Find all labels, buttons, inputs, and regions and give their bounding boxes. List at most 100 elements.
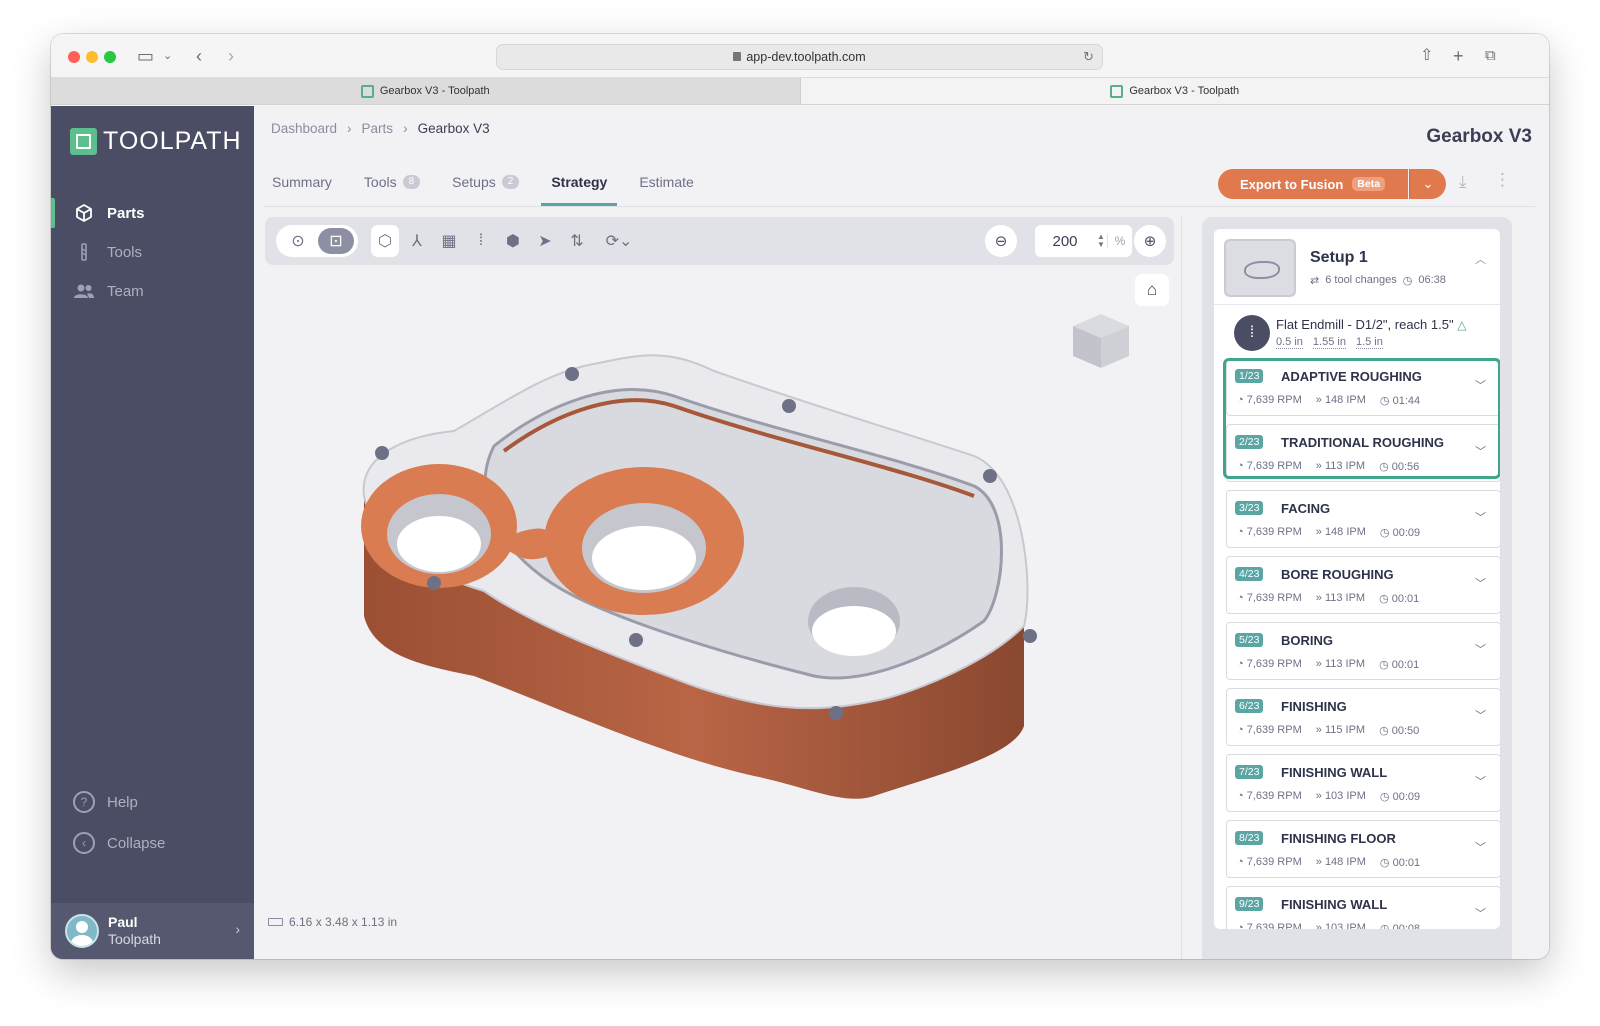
spindle-icon: ◔	[1237, 856, 1244, 868]
zoom-input[interactable]: 200 ▲ ▼ %	[1035, 225, 1132, 257]
back-icon[interactable]: ‹	[196, 46, 202, 66]
zoom-value[interactable]: 200	[1035, 233, 1095, 250]
fit-view-icon[interactable]: ⊡	[318, 228, 354, 254]
bolt-hole	[782, 399, 796, 413]
help-button[interactable]: ? Help	[51, 782, 254, 822]
feed-icon: »	[1315, 658, 1322, 670]
sidebar-item-parts[interactable]: Parts	[51, 193, 254, 233]
operation-feed: 115 IPM	[1324, 724, 1366, 736]
tab-strategy[interactable]: Strategy	[541, 166, 618, 206]
chevron-down-icon[interactable]: ﹀	[1475, 575, 1486, 591]
address-bar[interactable]: app-dev.toolpath.com ↻	[496, 44, 1103, 70]
axes-icon[interactable]: ⅄	[403, 225, 431, 257]
operation-meta: ◔ 7,639 RPM » 115 IPM ◷ 00:50	[1237, 724, 1419, 737]
collapse-button[interactable]: ‹ Collapse	[51, 823, 254, 863]
cube-view-icon[interactable]: ⬡	[371, 225, 399, 257]
tool-name: Flat Endmill - D1/2", reach 1.5"	[1276, 317, 1454, 332]
chevron-down-icon[interactable]: ﹀	[1475, 773, 1486, 789]
download-icon[interactable]: ⤓	[1459, 172, 1467, 192]
tab-setups[interactable]: Setups 2	[452, 166, 520, 206]
operation-card[interactable]: 3/23 FACING ◔ 7,639 RPM » 148 IPM ◷ 00:09 ﹀	[1226, 490, 1500, 548]
new-tab-icon[interactable]: +	[1453, 46, 1464, 66]
stock-icon[interactable]: ⬢	[499, 225, 527, 257]
operation-card[interactable]: 7/23 FINISHING WALL ◔ 7,639 RPM » 103 IPM ◷ …	[1226, 754, 1500, 812]
user-menu[interactable]: Paul Toolpath ›	[51, 903, 254, 959]
chevron-down-icon[interactable]: ﹀	[1475, 707, 1486, 723]
zoom-stepper-icon[interactable]: ▲ ▼	[1095, 233, 1107, 249]
part-dimensions: 6.16 x 3.48 x 1.13 in	[268, 915, 397, 929]
operation-title: FINISHING FLOOR	[1281, 831, 1396, 846]
chevron-down-icon[interactable]: ⌄	[163, 46, 172, 66]
minimize-window-button[interactable]	[86, 51, 98, 63]
share-icon[interactable]: ⇧	[1420, 46, 1433, 66]
operation-card[interactable]: 1/23 ADAPTIVE ROUGHING ◔ 7,639 RPM » 148 IP…	[1226, 358, 1500, 416]
operation-feed: 113 IPM	[1324, 460, 1366, 472]
breadcrumb-current: Gearbox V3	[417, 121, 490, 136]
forward-icon[interactable]: ›	[228, 46, 234, 66]
tool-icon[interactable]: ⁞	[467, 225, 495, 257]
sidebar-toggle-icon[interactable]: ▭	[137, 46, 154, 66]
chevron-down-icon[interactable]: ﹀	[1475, 509, 1486, 525]
tabs-divider	[263, 206, 1535, 207]
users-icon	[73, 280, 95, 302]
chevron-down-icon[interactable]: ﹀	[1475, 377, 1486, 393]
zoom-out-icon[interactable]: ⊖	[985, 225, 1017, 257]
breadcrumb-dashboard[interactable]: Dashboard	[271, 121, 337, 136]
select-tool-icon[interactable]: ⊙	[284, 225, 312, 257]
tab-estimate[interactable]: Estimate	[639, 166, 693, 206]
operation-index: 3/23	[1235, 501, 1264, 515]
tab-summary[interactable]: Summary	[272, 166, 332, 206]
more-options-icon[interactable]: ⋮	[1494, 170, 1511, 190]
chevron-up-icon[interactable]: ︿	[1475, 251, 1486, 267]
spindle-icon: ◔	[1237, 460, 1244, 472]
operation-index: 8/23	[1235, 831, 1264, 845]
operation-card[interactable]: 4/23 BORE ROUGHING ◔ 7,639 RPM » 113 IPM ◷ 0…	[1226, 556, 1500, 614]
tab-count-badge: 8	[402, 175, 421, 189]
sidebar-item-team[interactable]: Team	[51, 271, 254, 311]
tab-tools[interactable]: Tools 8	[364, 166, 421, 206]
rotate-menu-icon[interactable]: ⟳⌄	[599, 225, 639, 257]
close-window-button[interactable]	[68, 51, 80, 63]
favicon-icon	[1110, 84, 1124, 98]
chevron-down-icon[interactable]: ﹀	[1475, 443, 1486, 459]
setup-title: Setup 1	[1310, 249, 1368, 266]
sidebar-item-tools[interactable]: Tools	[51, 232, 254, 272]
export-dropdown-button[interactable]: ⌄	[1409, 169, 1446, 199]
spindle-icon: ◔	[1237, 790, 1244, 802]
breadcrumb-parts[interactable]: Parts	[362, 121, 394, 136]
operation-card[interactable]: 8/23 FINISHING FLOOR ◔ 7,639 RPM » 148 IPM ◷…	[1226, 820, 1500, 878]
feed-icon: »	[1315, 592, 1322, 604]
maximize-window-button[interactable]	[104, 51, 116, 63]
tabs-overview-icon[interactable]: ⧉	[1485, 46, 1496, 66]
browser-tab[interactable]: Gearbox V3 - Toolpath	[51, 78, 801, 104]
viewer-toolbar: ⊙ ⊡ ⬡ ⅄ ▦ ⁞ ⬢ ➤ ⇅ ⟳⌄ ⊖ 200 ▲ ▼ % ⊕	[265, 217, 1174, 265]
chevron-down-icon[interactable]: ﹀	[1475, 641, 1486, 657]
logo[interactable]: TOOLPATH	[70, 127, 242, 156]
grid-icon[interactable]: ▦	[435, 225, 463, 257]
setup-header[interactable]: Setup 1 ⇄ 6 tool changes ◷ 06:38 ︿	[1214, 229, 1500, 305]
warning-triangle-icon: △	[1457, 318, 1467, 332]
operation-card[interactable]: 9/23 FINISHING WALL ◔ 7,639 RPM » 103 IPM ◷ …	[1226, 886, 1500, 929]
chevron-down-icon[interactable]: ﹀	[1475, 905, 1486, 921]
tool-row[interactable]: ⁞ Flat Endmill - D1/2", reach 1.5" △ 0.5…	[1214, 305, 1500, 357]
operation-time: 00:08	[1392, 923, 1421, 929]
setup-thumbnail	[1224, 239, 1296, 297]
export-to-fusion-button[interactable]: Export to Fusion Beta	[1218, 169, 1408, 199]
toolpath-icon[interactable]: ⇅	[563, 225, 591, 257]
operation-card[interactable]: 2/23 TRADITIONAL ROUGHING ◔ 7,639 RPM » 113…	[1226, 424, 1500, 482]
bolt-hole	[629, 633, 643, 647]
operation-card[interactable]: 6/23 FINISHING ◔ 7,639 RPM » 115 IPM ◷ 00:50…	[1226, 688, 1500, 746]
panel-divider[interactable]	[1181, 216, 1182, 959]
browser-tab[interactable]: Gearbox V3 - Toolpath	[800, 78, 1549, 104]
operation-index: 1/23	[1235, 369, 1264, 383]
clock-icon: ◷	[1379, 659, 1389, 671]
operation-card[interactable]: 5/23 BORING ◔ 7,639 RPM » 113 IPM ◷ 00:01 ﹀	[1226, 622, 1500, 680]
tool-meta: 0.5 in 1.55 in 1.5 in	[1276, 336, 1383, 349]
pointer-icon[interactable]: ➤	[531, 225, 559, 257]
breadcrumb: Dashboard › Parts › Gearbox V3	[271, 121, 490, 136]
chevron-down-icon[interactable]: ﹀	[1475, 839, 1486, 855]
setup-meta: ⇄ 6 tool changes ◷ 06:38	[1310, 274, 1446, 287]
reload-icon[interactable]: ↻	[1083, 45, 1094, 69]
zoom-in-icon[interactable]: ⊕	[1134, 225, 1166, 257]
browser-tab-bar: Gearbox V3 - Toolpath Gearbox V3 - Toolp…	[51, 78, 1549, 105]
